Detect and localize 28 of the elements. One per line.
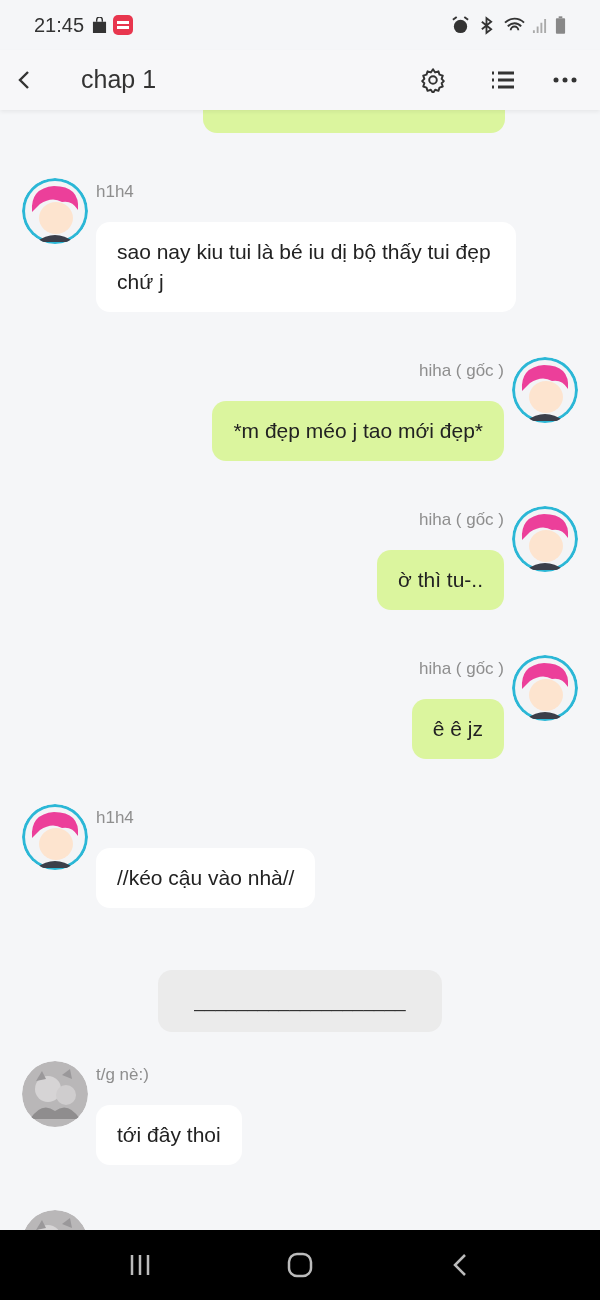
shopping-bag-icon (92, 16, 108, 34)
chapter-title: chap 1 (81, 64, 157, 96)
settings-button[interactable] (418, 65, 448, 95)
clock: 21:45 (34, 13, 85, 38)
message-bubble: ờ thì tu-.. (377, 550, 504, 610)
back-icon (453, 1253, 467, 1277)
back-icon (18, 70, 30, 90)
alarm-icon (451, 15, 470, 35)
app-icon (113, 15, 134, 35)
sender-name: h1h4 (96, 808, 134, 828)
signal-icon (532, 16, 547, 34)
sender-name: hiha ( gốc ) (418, 659, 504, 679)
more-icon (553, 77, 577, 83)
message-bubble: *m đẹp méo j tao mới đẹp* (212, 401, 504, 461)
battery-icon (555, 15, 566, 35)
sender-name: h1h4 (96, 182, 134, 202)
message-bubble: ê ê jz (411, 699, 504, 759)
sender-name: hiha ( gốc ) (418, 361, 504, 381)
sender-name: hiha ( gốc ) (418, 510, 504, 530)
recent-apps-icon (128, 1253, 152, 1277)
message-bubble: //kéo cậu vào nhà// (96, 848, 316, 908)
home-icon (287, 1252, 313, 1278)
message-bubble: tới đây thoi (96, 1105, 242, 1165)
message-bubble: sao nay kiu tui là bé iu dị bộ thấy tui đẹp chứ j (96, 222, 516, 312)
bluetooth-icon (480, 15, 493, 35)
settings-icon (420, 67, 446, 93)
list-icon (491, 70, 515, 90)
sender-name: t/g nè:) (96, 1065, 149, 1085)
